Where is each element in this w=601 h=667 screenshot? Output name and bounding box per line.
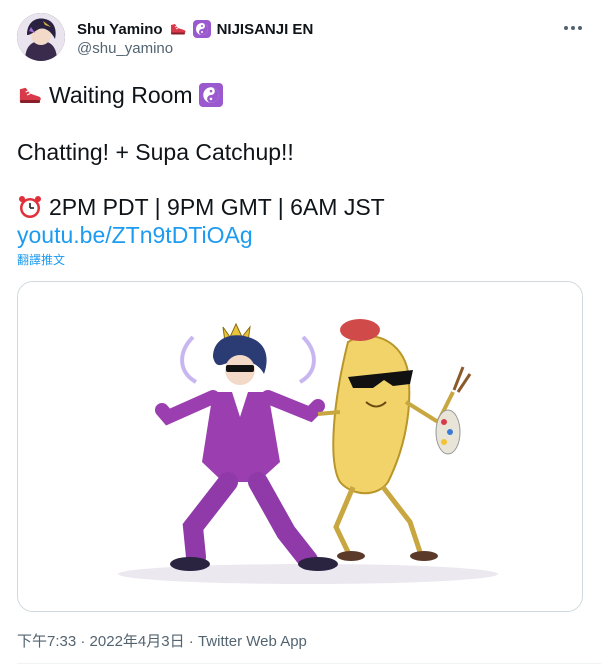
meta-separator: ·	[76, 633, 90, 650]
translate-tweet-link[interactable]: 翻譯推文	[17, 251, 65, 268]
sneaker-icon	[17, 82, 43, 108]
alarm-clock-icon	[17, 194, 43, 220]
divider	[17, 663, 601, 664]
sneaker-icon	[169, 20, 187, 38]
tweet-line-chatting: Chatting! + Supa Catchup!!	[17, 138, 294, 166]
more-dots-icon[interactable]	[561, 18, 585, 38]
tweet-client[interactable]: Twitter Web App	[198, 633, 307, 650]
affiliation[interactable]: NIJISANJI EN	[217, 21, 314, 38]
tweet-time[interactable]: 下午7:33	[17, 633, 76, 650]
yin-yang-icon	[198, 83, 223, 107]
tweet-schedule-text: 2PM PDT | 9PM GMT | 6AM JST	[49, 194, 385, 220]
tweet-line-title: Waiting Room	[17, 81, 223, 109]
tweet-subtitle-text: Chatting! + Supa Catchup!!	[17, 139, 294, 165]
tweet-media-image[interactable]	[17, 281, 583, 612]
tweet-title-text: Waiting Room	[49, 82, 193, 108]
yin-yang-icon	[192, 20, 211, 38]
display-name[interactable]: Shu Yamino	[77, 21, 163, 38]
tweet-card: Shu Yamino NIJISANJI EN @shu_yamino Wait…	[0, 0, 601, 667]
youtube-link[interactable]: youtu.be/ZTn9tDTiOAg	[17, 221, 253, 249]
meta-separator: ·	[184, 633, 198, 650]
tweet-line-schedule: 2PM PDT | 9PM GMT | 6AM JST	[17, 193, 385, 221]
handle[interactable]: @shu_yamino	[77, 40, 173, 57]
name-row: Shu Yamino NIJISANJI EN	[77, 19, 313, 39]
tweet-meta: 下午7:33 · 2022年4月3日 · Twitter Web App	[17, 630, 307, 651]
tweet-date[interactable]: 2022年4月3日	[90, 633, 185, 650]
avatar[interactable]	[17, 13, 65, 61]
